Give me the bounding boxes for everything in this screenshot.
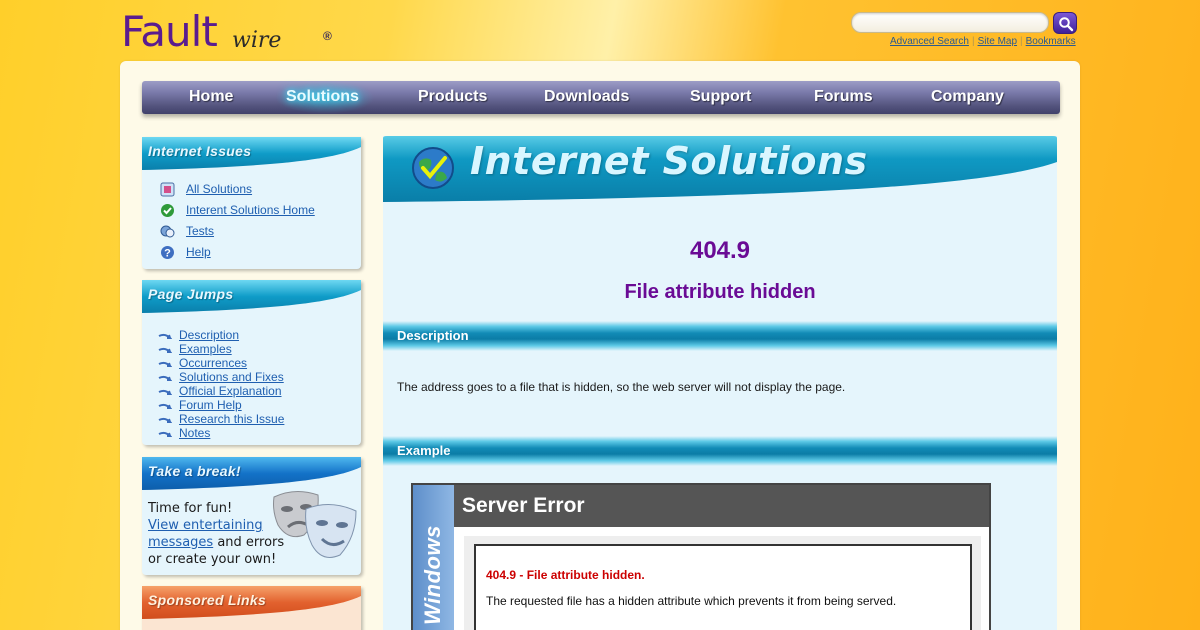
server-error-inner-panel: 404.9 - File attribute hidden. The reque… [474, 544, 972, 630]
error-code: 404.9 [689, 237, 751, 264]
jump-solutions-and-fixes[interactable]: Solutions and Fixes [158, 370, 284, 384]
menu-item-solutions-home[interactable]: Interent Solutions Home [160, 201, 315, 219]
nav-home[interactable]: Home [189, 81, 233, 114]
jump-arrow-icon [158, 358, 173, 368]
sponsored-links-title: Sponsored Links [148, 592, 267, 608]
main-content: Internet Solutions 404.9 File attribute … [383, 136, 1057, 630]
jump-arrow-icon [158, 372, 173, 382]
server-error-titlebar: Server Error [454, 485, 989, 527]
jump-examples[interactable]: Examples [158, 342, 232, 356]
example-label: Example [397, 443, 451, 458]
internet-issues-box: Internet Issues All Solutions Interent S… [142, 137, 361, 269]
jump-forum-help[interactable]: Forum Help [158, 398, 242, 412]
help-icon: ? [160, 245, 175, 260]
page-jumps-title: Page Jumps [148, 286, 234, 302]
take-a-break-box: Take a break! Time for fun! View enterta… [142, 457, 361, 575]
server-error-body: 404.9 - File attribute hidden. The reque… [464, 536, 981, 630]
main-header: Internet Solutions [383, 136, 1057, 208]
logo-text-fault: Fault [121, 7, 218, 56]
green-check-icon [160, 203, 175, 218]
description-label: Description [397, 328, 469, 343]
internet-issues-header: Internet Issues [142, 137, 361, 171]
site-map-link[interactable]: Site Map [978, 36, 1017, 47]
logo-text-wire: wire [232, 28, 282, 53]
menu-item-help[interactable]: ? Help [160, 243, 211, 261]
jump-arrow-icon [158, 344, 173, 354]
svg-text:?: ? [164, 247, 171, 259]
server-error-message: The requested file has a hidden attribut… [486, 594, 897, 608]
internet-issues-title: Internet Issues [148, 143, 252, 159]
nav-forums[interactable]: Forums [814, 81, 873, 114]
logo-registered-mark: ® [323, 29, 332, 43]
sponsored-links-header: Sponsored Links [142, 586, 361, 620]
jump-arrow-icon [158, 330, 173, 340]
page-jumps-box: Page Jumps Description Examples Occurren… [142, 280, 361, 445]
jump-research-issue[interactable]: Research this Issue [158, 412, 284, 426]
menu-item-all-solutions[interactable]: All Solutions [160, 180, 252, 198]
jump-arrow-icon [158, 414, 173, 424]
tests-icon [160, 224, 175, 239]
description-text: The address goes to a file that is hidde… [397, 380, 846, 394]
example-section-bar: Example [383, 436, 1057, 466]
server-error-title: Server Error [462, 494, 585, 517]
theater-masks-icon [273, 491, 357, 558]
jump-description[interactable]: Description [158, 328, 239, 342]
windows-label: Windows [420, 525, 445, 625]
jump-notes[interactable]: Notes [158, 426, 210, 440]
nav-company[interactable]: Company [931, 81, 1004, 114]
page-jumps-header: Page Jumps [142, 280, 361, 314]
server-error-heading: 404.9 - File attribute hidden. [486, 568, 645, 582]
error-name: File attribute hidden [624, 281, 816, 303]
globe-check-icon [412, 147, 454, 189]
jump-occurrences[interactable]: Occurrences [158, 356, 247, 370]
jump-official-explanation[interactable]: Official Explanation [158, 384, 282, 398]
menu-item-tests[interactable]: Tests [160, 222, 214, 240]
nav-solutions[interactable]: Solutions [286, 81, 359, 114]
search-input[interactable] [851, 12, 1049, 33]
search-button[interactable] [1053, 12, 1077, 34]
take-a-break-header: Take a break! [142, 457, 361, 491]
sponsored-links-box: Sponsored Links [142, 586, 361, 630]
faultwire-logo[interactable]: Fault wire ® [121, 8, 351, 56]
advanced-search-link[interactable]: Advanced Search [890, 36, 969, 47]
windows-side-strip: Windows [413, 485, 454, 630]
page-title: Internet Solutions [470, 139, 868, 183]
top-links: Advanced Search | Site Map | Bookmarks [890, 36, 1076, 47]
jump-arrow-icon [158, 386, 173, 396]
server-error-example-window: Windows Server Error 404.9 - File attrib… [411, 483, 991, 630]
bookmarks-link[interactable]: Bookmarks [1026, 36, 1076, 47]
nav-support[interactable]: Support [690, 81, 751, 114]
jump-arrow-icon [158, 400, 173, 410]
solutions-list-icon [160, 182, 175, 197]
nav-downloads[interactable]: Downloads [544, 81, 629, 114]
jump-arrow-icon [158, 428, 173, 438]
search-icon [1059, 17, 1074, 32]
description-section-bar: Description [383, 321, 1057, 351]
take-a-break-title: Take a break! [148, 463, 241, 479]
nav-products[interactable]: Products [418, 81, 487, 114]
